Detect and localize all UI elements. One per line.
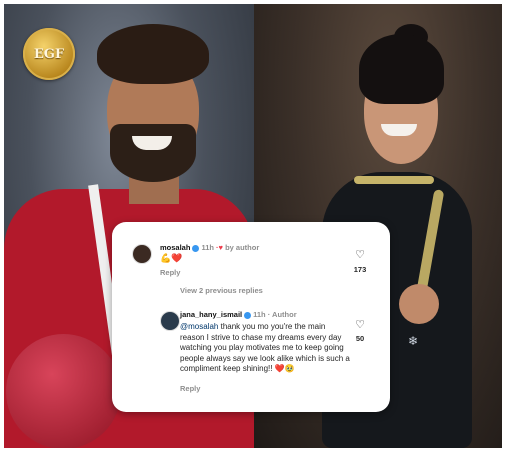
author-tag: Author [272,310,297,319]
avatar[interactable] [132,244,152,264]
like-count: 50 [355,334,365,343]
heart-outline-icon[interactable]: ♡ [353,318,367,332]
separator: · [267,310,271,319]
comment-header: mosalah 11h ·♥ by author [160,243,259,252]
egf-logo-badge: EGF [23,28,75,80]
verified-badge-icon [192,244,200,252]
comment-card: mosalah 11h ·♥ by author 💪❤️ Reply ♡ 173 … [112,222,390,412]
mention-link[interactable]: @mosalah [180,322,218,331]
timestamp: 11h [253,310,266,319]
snowflake-icon: ❄ [408,334,419,348]
like-count: 173 [353,265,367,274]
reply-text: @mosalah thank you mo you're the main re… [180,322,350,375]
badge-label: EGF [33,46,65,62]
beard [110,124,196,182]
hand [399,284,439,324]
hair [359,34,444,104]
username[interactable]: jana_hany_ismail [180,310,242,319]
curly-hair [97,24,209,84]
heart-outline-icon[interactable]: ♡ [353,248,367,262]
author-tag: by author [225,243,260,252]
verified-badge-icon [244,311,252,319]
reply-header: jana_hany_ismail 11h · Author [180,310,297,319]
username[interactable]: mosalah [160,243,190,252]
reply-button[interactable]: Reply [180,384,200,393]
timestamp: 11h [201,243,214,252]
leotard-trim [354,176,434,184]
view-previous-replies-link[interactable]: View 2 previous replies [180,286,263,295]
comment-text: 💪❤️ [160,253,183,263]
football [6,334,121,448]
heart-filled-icon: ·♥ [216,243,223,252]
reply-button[interactable]: Reply [160,268,180,277]
avatar[interactable] [160,311,180,331]
